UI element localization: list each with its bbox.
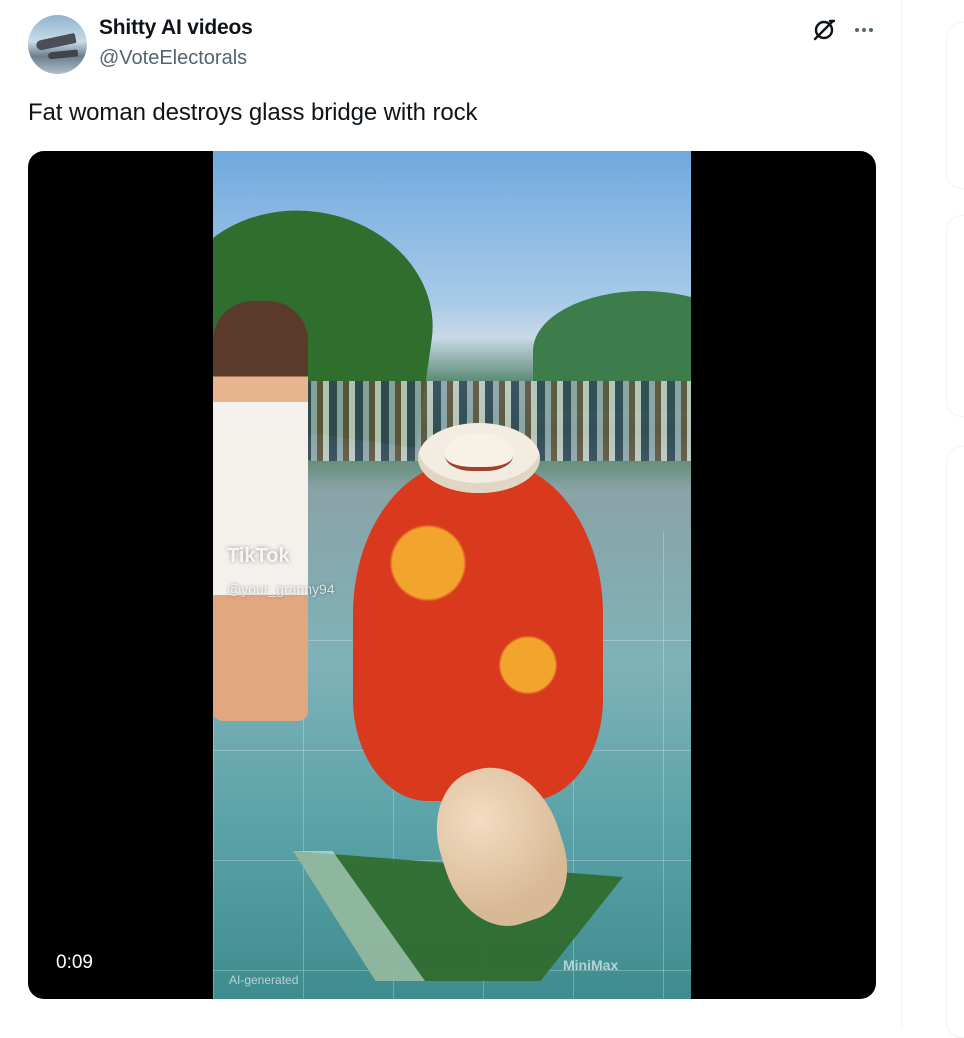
minimax-watermark: MiniMax [563, 957, 619, 973]
sidebar-card-2 [946, 215, 964, 417]
woman-left [213, 301, 308, 721]
jet-graphic [35, 32, 77, 52]
video-player[interactable]: TikTok @your_granny94 AI-generated MiniM… [28, 151, 876, 999]
jet-graphic-2 [47, 49, 79, 60]
sidebar-card-1 [946, 22, 964, 189]
author-name[interactable]: Shitty AI videos [99, 16, 253, 40]
video-duration: 0:09 [48, 950, 101, 976]
more-options-icon[interactable] [850, 16, 878, 44]
sidebar-card-3 [946, 446, 964, 1038]
author-avatar[interactable] [28, 15, 87, 74]
author-handle[interactable]: @VoteElectorals [99, 47, 247, 70]
woman-floral-dress [353, 461, 603, 801]
video-frame: TikTok @your_granny94 AI-generated MiniM… [213, 151, 691, 999]
sun-hat-crown [445, 433, 513, 471]
tiktok-watermark: TikTok [227, 545, 290, 567]
tiktok-username: @your_granny94 [227, 581, 335, 597]
tweet-text: Fat woman destroys glass bridge with roc… [28, 99, 478, 126]
grok-icon[interactable] [810, 16, 838, 44]
ai-generated-label: AI-generated [229, 973, 299, 987]
tweet-post: Shitty AI videos @VoteElectorals Fat wom… [0, 0, 902, 1028]
